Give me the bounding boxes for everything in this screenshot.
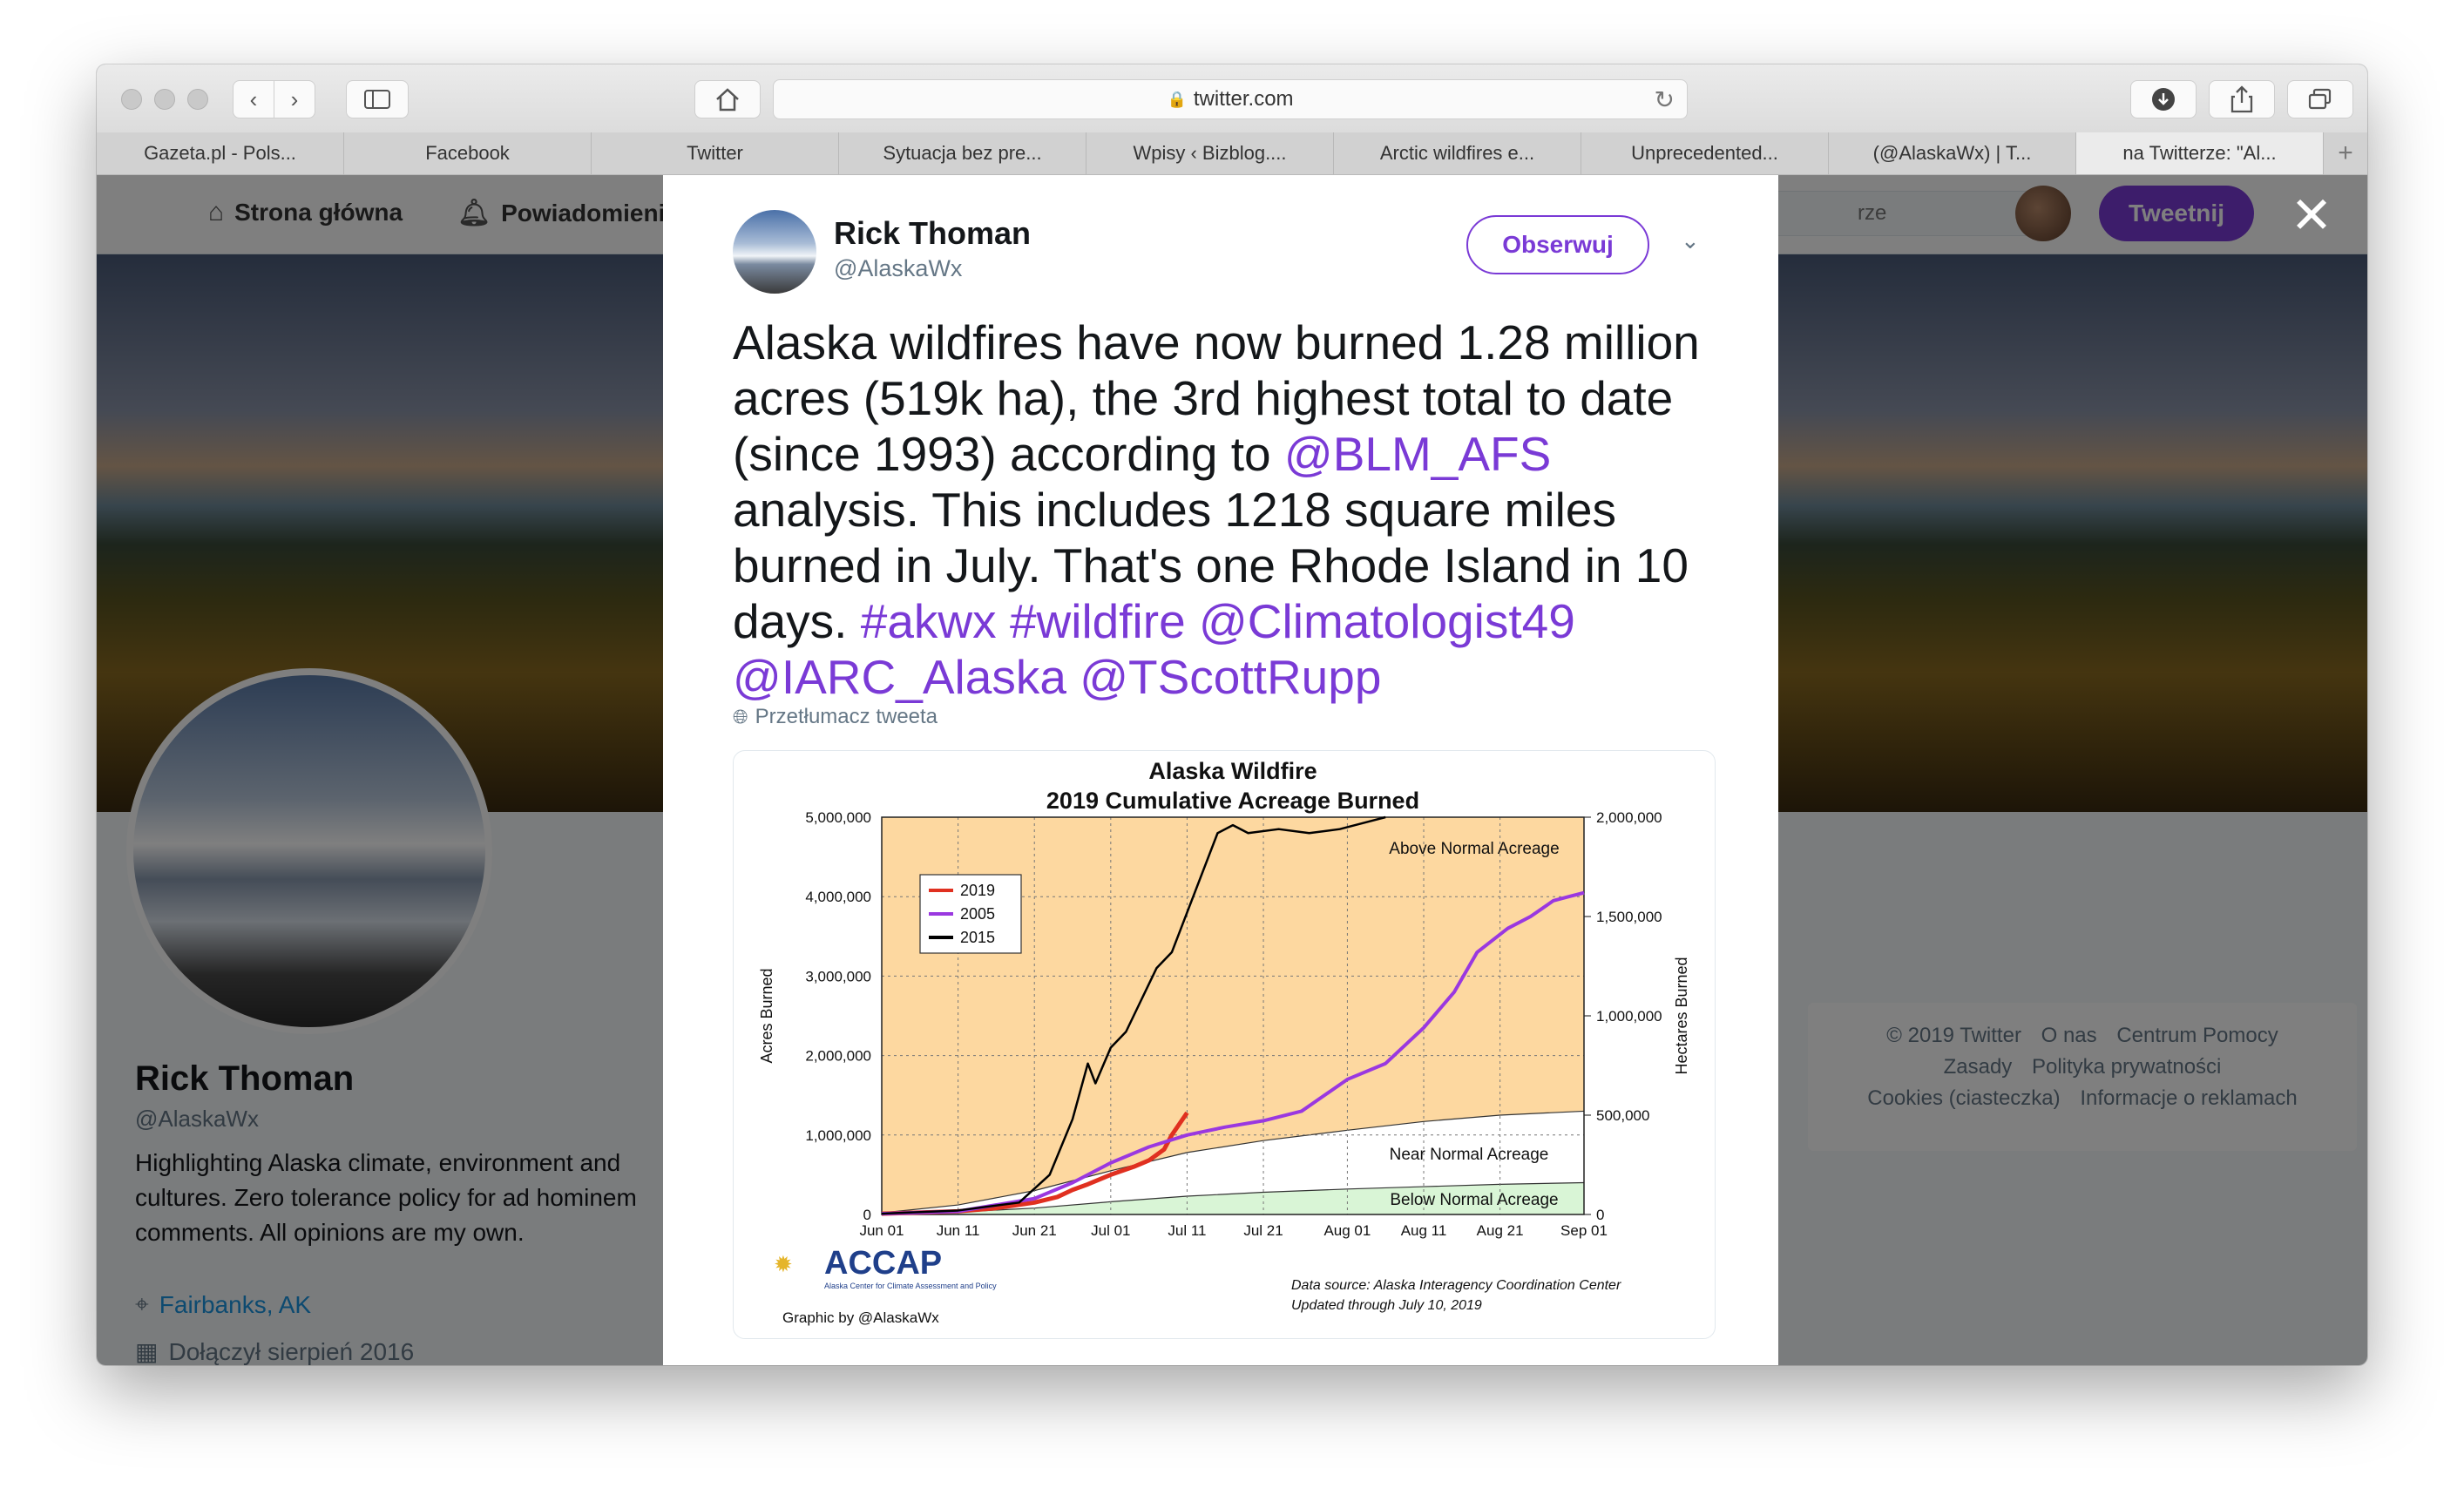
tab-bar: Gazeta.pl - Pols... Facebook Twitter Syt… [97,132,2367,175]
y-tick-label: 1,000,000 [805,1127,871,1144]
y-tick-label: 0 [863,1207,871,1223]
legend-label: 2015 [960,929,995,946]
tabs-overview-button[interactable] [2287,80,2353,118]
region-label-below: Below Normal Acreage [1390,1191,1558,1209]
tweet-text-segment [997,594,1010,648]
chart-subtitle: 2019 Cumulative Acreage Burned [1046,788,1419,814]
close-modal-button[interactable]: ✕ [2284,187,2339,244]
tweet-text: Alaska wildfires have now burned 1.28 mi… [733,315,1735,705]
download-icon [2152,88,2175,111]
logo-subtext: Alaska Center for Climate Assessment and… [824,1282,997,1290]
wildfire-chart: Jun 01 Jun 11 Jun 21 Jul 01 Jul 11 Jul 21 Aug … [758,758,1690,1326]
region-label-above: Above Normal Acreage [1389,840,1559,858]
y-tick-label: 5,000,000 [805,809,871,826]
tab-na-twitterze[interactable]: na Twitterze: "Al... [2076,132,2324,174]
address-text: twitter.com [1193,87,1294,111]
x-tick-label: Jul 21 [1243,1222,1283,1239]
y2-axis-label: Hectares Burned [1673,957,1690,1074]
close-icon: ✕ [2290,187,2333,244]
x-tick-label: Sep 01 [1560,1222,1608,1239]
legend-label: 2019 [960,882,995,899]
chevron-left-icon: ‹ [249,85,258,112]
y-tick-label: 3,000,000 [805,968,871,984]
tweet-text-segment [1186,594,1199,648]
legend-label: 2005 [960,905,995,923]
y-tick-label: 2,000,000 [805,1048,871,1065]
x-tick-label: Aug 01 [1323,1222,1371,1239]
tweet-text-segment: Alaska wildfires have now burned 1.28 mi… [733,315,1700,481]
y2-tick-label: 1,500,000 [1596,909,1662,925]
y2-tick-label: 1,000,000 [1596,1008,1662,1025]
hashtag-link[interactable]: #akwx [861,594,997,648]
browser-toolbar: ‹ › 🔒 twitter.com ↻ [97,64,2367,133]
chart-source-line1: Data source: Alaska Interagency Coordina… [1291,1278,1621,1293]
lock-icon: 🔒 [1167,90,1187,108]
close-window-button[interactable] [121,89,142,110]
twitter-page: ⌂ Strona główna 🔔︎ Powiadomienia rze ⌕ T… [97,175,2367,1365]
downloads-button[interactable] [2130,80,2197,118]
share-icon [2230,85,2253,113]
tab-facebook[interactable]: Facebook [344,132,592,174]
tweet-text-segment [1066,650,1080,704]
tab-unprecedented[interactable]: Unprecedented... [1581,132,1829,174]
x-tick-label: Aug 11 [1401,1222,1447,1239]
y2-tick-label: 500,000 [1596,1107,1649,1124]
follow-button[interactable]: Obserwuj [1466,215,1649,274]
tab-alaskawx[interactable]: (@AlaskaWx) | T... [1829,132,2076,174]
y2-tick-label: 2,000,000 [1596,809,1662,826]
tab-bizblog[interactable]: Wpisy ‹ Bizblog.... [1086,132,1334,174]
back-button[interactable]: ‹ [233,80,274,118]
x-tick-label: Jul 11 [1168,1222,1206,1239]
browser-window: ‹ › 🔒 twitter.com ↻ Gazeta.pl - Pols... … [97,64,2367,1365]
tab-twitter[interactable]: Twitter [592,132,839,174]
hashtag-link[interactable]: #wildfire [1010,594,1186,648]
sidebar-toggle-button[interactable] [346,80,409,118]
mention-link[interactable]: @Climatologist49 [1199,594,1575,648]
mention-link[interactable]: @TScottRupp [1080,650,1381,704]
chart-source-line2: Updated through July 10, 2019 [1291,1298,1482,1313]
tab-sytuacja[interactable]: Sytuacja bez pre... [839,132,1086,174]
translate-label: Przetłumacz tweeta [755,705,938,728]
mention-link[interactable]: @IARC_Alaska [733,650,1066,704]
tab-arctic-wildfires[interactable]: Arctic wildfires e... [1334,132,1581,174]
x-tick-label: Jun 21 [1012,1222,1057,1239]
tweet-author-name[interactable]: Rick Thoman [834,215,1031,252]
x-tick-label: Jun 11 [937,1222,980,1239]
tweet-image[interactable]: Jun 01 Jun 11 Jun 21 Jul 01 Jul 11 Jul 21 Aug … [733,750,1716,1339]
tab-gazeta[interactable]: Gazeta.pl - Pols... [97,132,344,174]
y2-tick-label: 0 [1596,1207,1604,1223]
region-label-near: Near Normal Acreage [1390,1146,1549,1164]
x-tick-label: Jul 01 [1091,1222,1130,1239]
sidebar-icon [364,90,390,109]
tweet-modal: Rick Thoman @AlaskaWx Obserwuj ⌄ Alaska … [663,175,1778,1365]
tweet-author-avatar[interactable] [733,210,816,294]
chart-credit: Graphic by @AlaskaWx [782,1309,939,1326]
forward-button[interactable]: › [274,80,315,118]
chevron-right-icon: › [290,85,299,112]
new-tab-button[interactable]: + [2324,132,2367,174]
tweet-author-handle[interactable]: @AlaskaWx [834,255,962,282]
y-tick-label: 4,000,000 [805,889,871,905]
address-bar[interactable]: 🔒 twitter.com ↻ [773,79,1688,119]
sun-logo-icon: ✹ [774,1251,793,1277]
reload-icon[interactable]: ↻ [1655,85,1675,114]
share-button[interactable] [2209,80,2275,118]
x-tick-label: Jun 01 [859,1222,904,1239]
y-axis-label: Acres Burned [758,968,775,1063]
x-tick-label: Aug 21 [1477,1222,1524,1239]
translate-tweet-link[interactable]: 🌐︎ Przetłumacz tweeta [733,705,938,729]
chart-title: Alaska Wildfire [1148,758,1317,784]
tabs-icon [2308,88,2332,110]
mention-link[interactable]: @BLM_AFS [1284,427,1551,481]
chevron-down-icon[interactable]: ⌄ [1681,227,1700,254]
minimize-window-button[interactable] [154,89,175,110]
home-button[interactable] [694,80,761,118]
logo-text: ACCAP [824,1245,942,1282]
home-icon [716,88,739,112]
zoom-window-button[interactable] [187,89,208,110]
plus-icon: + [2338,139,2353,167]
globe-icon: 🌐︎ [733,706,748,727]
